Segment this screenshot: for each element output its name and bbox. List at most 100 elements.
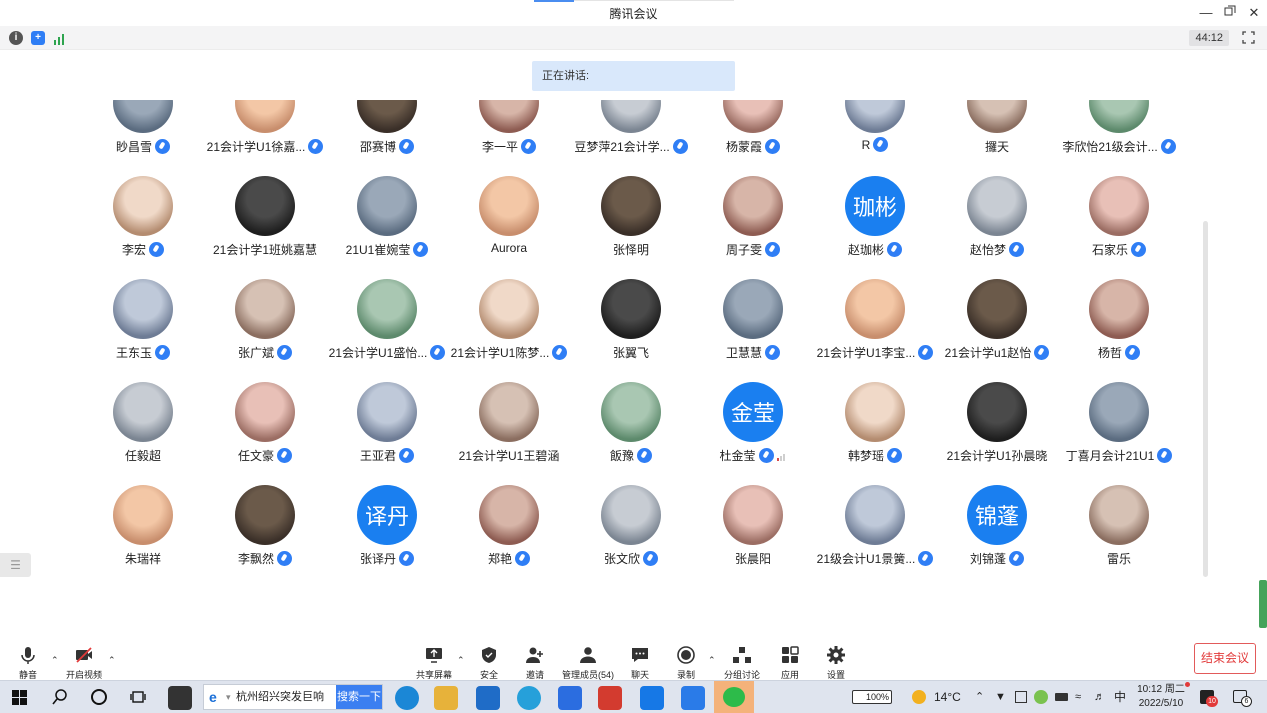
participant-tile[interactable]: 李飘然 [204, 477, 326, 575]
participant-tile[interactable]: 豆梦萍21会计学... [570, 100, 692, 168]
participant-tile[interactable]: 卫慧慧 [692, 271, 814, 374]
participant-tile[interactable]: 韩梦瑶 [814, 374, 936, 477]
mail-icon[interactable] [476, 686, 500, 710]
file-explorer-icon[interactable] [434, 686, 458, 710]
participant-tile[interactable]: 21会计学U1陈梦... [448, 271, 570, 374]
mute-options-caret[interactable]: ⌃ [51, 655, 59, 666]
wifi-icon[interactable]: ≈ [1075, 681, 1081, 713]
apps-button[interactable]: 应用 [776, 645, 804, 681]
cortana-icon[interactable] [91, 689, 107, 705]
participant-tile[interactable]: 任毅超 [82, 374, 204, 477]
participant-tile[interactable]: 21U1崔婉莹 [326, 168, 448, 271]
video-options-caret[interactable]: ⌃ [108, 655, 116, 666]
taskbar-search-box[interactable]: e ▾ 杭州绍兴突发巨响 搜索一下 [203, 684, 383, 710]
tencent-meeting-icon[interactable] [640, 686, 664, 710]
chat-button[interactable]: 聊天 [626, 645, 654, 681]
record-options-caret[interactable]: ⌃ [708, 655, 716, 666]
participant-tile[interactable]: R [814, 100, 936, 168]
participant-tile[interactable]: 21会计学U1孙晨晓 [936, 374, 1058, 477]
participant-tile[interactable]: 王东玉 [82, 271, 204, 374]
member-list-toggle[interactable]: ☰ [0, 553, 31, 577]
participant-tile[interactable]: 金莹 杜金莹 [692, 374, 814, 477]
notification-app-icon[interactable]: 10 [1200, 690, 1218, 707]
participant-tile[interactable]: 锦蓬 刘锦蓬 [936, 477, 1058, 575]
participant-tile[interactable]: 眇昌雪 [82, 100, 204, 168]
restore-button[interactable] [1218, 3, 1242, 23]
volume-icon[interactable]: ♬ [1094, 681, 1105, 713]
manage-members-button[interactable]: 管理成员(54) [559, 645, 617, 681]
participant-tile[interactable]: 攞天 [936, 100, 1058, 168]
ime-indicator[interactable]: 中 [1114, 681, 1126, 713]
action-center-icon[interactable]: 6 [1233, 690, 1252, 707]
weather-icon[interactable] [912, 690, 926, 704]
tray-expand-icon[interactable]: ⌃ [975, 681, 984, 713]
participant-tile[interactable]: 雷乐 [1058, 477, 1180, 575]
participant-tile[interactable]: 张翼飞 [570, 271, 692, 374]
side-panel-handle[interactable] [1259, 580, 1267, 628]
participant-tile[interactable]: 张广斌 [204, 271, 326, 374]
battery-indicator[interactable]: 100% [852, 690, 892, 704]
participant-tile[interactable]: 21会计学U1盛怡... [326, 271, 448, 374]
weather-temperature[interactable]: 14°C [934, 681, 961, 713]
participant-tile[interactable]: 21会计学U1王碧涵 [448, 374, 570, 477]
participant-tile[interactable]: 周子雯 [692, 168, 814, 271]
windows-start-icon[interactable] [12, 690, 27, 710]
participant-tile[interactable]: 21会计学1班姚嘉慧 [204, 168, 326, 271]
participant-tile[interactable]: 杨哲 [1058, 271, 1180, 374]
participant-tile[interactable]: 杨蒙霞 [692, 100, 814, 168]
participant-tile[interactable]: 朱瑞祥 [82, 477, 204, 575]
fullscreen-icon[interactable] [1242, 31, 1255, 44]
signal-bars-icon[interactable] [53, 32, 67, 45]
participant-tile[interactable]: 王亚君 [326, 374, 448, 477]
tray-360-icon[interactable] [1034, 690, 1048, 704]
tray-app-icon[interactable] [1015, 691, 1027, 703]
lenovo-app-icon[interactable] [558, 686, 582, 710]
participant-tile[interactable]: 李宏 [82, 168, 204, 271]
close-button[interactable]: ✕ [1242, 3, 1266, 23]
app-pinned-icon[interactable] [168, 686, 192, 710]
participant-tile[interactable]: 张晨阳 [692, 477, 814, 575]
participant-tile[interactable]: 赵怡梦 [936, 168, 1058, 271]
settings-button[interactable]: 设置 [822, 645, 850, 681]
participant-tile[interactable]: 21会计学u1赵怡 [936, 271, 1058, 374]
participant-tile[interactable]: 李欣怡21级会计... [1058, 100, 1180, 168]
end-meeting-button[interactable]: 结束会议 [1194, 643, 1256, 674]
wechat-taskbar-button[interactable] [714, 681, 754, 713]
invite-button[interactable]: 邀请 [520, 645, 550, 681]
breakout-button[interactable]: 分组讨论 [722, 645, 762, 681]
participant-tile[interactable]: 珈彬 赵珈彬 [814, 168, 936, 271]
participant-tile[interactable]: Aurora [448, 168, 570, 271]
ie-browser-icon[interactable] [517, 686, 541, 710]
participant-tile[interactable]: 张文欣 [570, 477, 692, 575]
security-button[interactable]: 安全 [474, 645, 504, 681]
share-screen-button[interactable]: 共享屏幕 [414, 645, 454, 681]
minimize-button[interactable]: — [1194, 3, 1218, 23]
participant-tile[interactable]: 郑艳 [448, 477, 570, 575]
tray-battery-icon[interactable] [1055, 693, 1068, 701]
shield-icon[interactable]: + [31, 31, 45, 45]
clock[interactable]: 10:12 周二 2022/5/10 [1135, 683, 1187, 711]
record-button[interactable]: 录制 [672, 645, 700, 681]
wps-icon[interactable] [598, 686, 622, 710]
tray-microphone-icon[interactable]: ▼ [995, 681, 1006, 713]
share-options-caret[interactable]: ⌃ [457, 655, 465, 666]
task-view-icon[interactable] [130, 689, 146, 710]
participant-tile[interactable]: 飯豫 [570, 374, 692, 477]
participant-tile[interactable]: 21级会计U1景簧... [814, 477, 936, 575]
mute-button[interactable]: 静音 [12, 645, 44, 681]
info-icon[interactable]: i [9, 31, 23, 45]
participant-tile[interactable]: 石家乐 [1058, 168, 1180, 271]
search-go-button[interactable]: 搜索一下 [336, 685, 382, 709]
participant-tile[interactable]: 邵赛博 [326, 100, 448, 168]
video-button[interactable]: 开启视频 [63, 645, 105, 681]
participant-tile[interactable]: 李一平 [448, 100, 570, 168]
photos-app-icon[interactable] [681, 686, 705, 710]
participant-tile[interactable]: 张怿明 [570, 168, 692, 271]
participant-tile[interactable]: 21会计学U1李宝... [814, 271, 936, 374]
participant-tile[interactable]: 丁喜月会计21U1 [1058, 374, 1180, 477]
participant-tile[interactable]: 21会计学U1徐嘉... [204, 100, 326, 168]
participant-tile[interactable]: 任文豪 [204, 374, 326, 477]
participant-tile[interactable]: 译丹 张译丹 [326, 477, 448, 575]
grid-scrollbar[interactable] [1203, 221, 1208, 577]
search-icon[interactable] [52, 689, 68, 710]
